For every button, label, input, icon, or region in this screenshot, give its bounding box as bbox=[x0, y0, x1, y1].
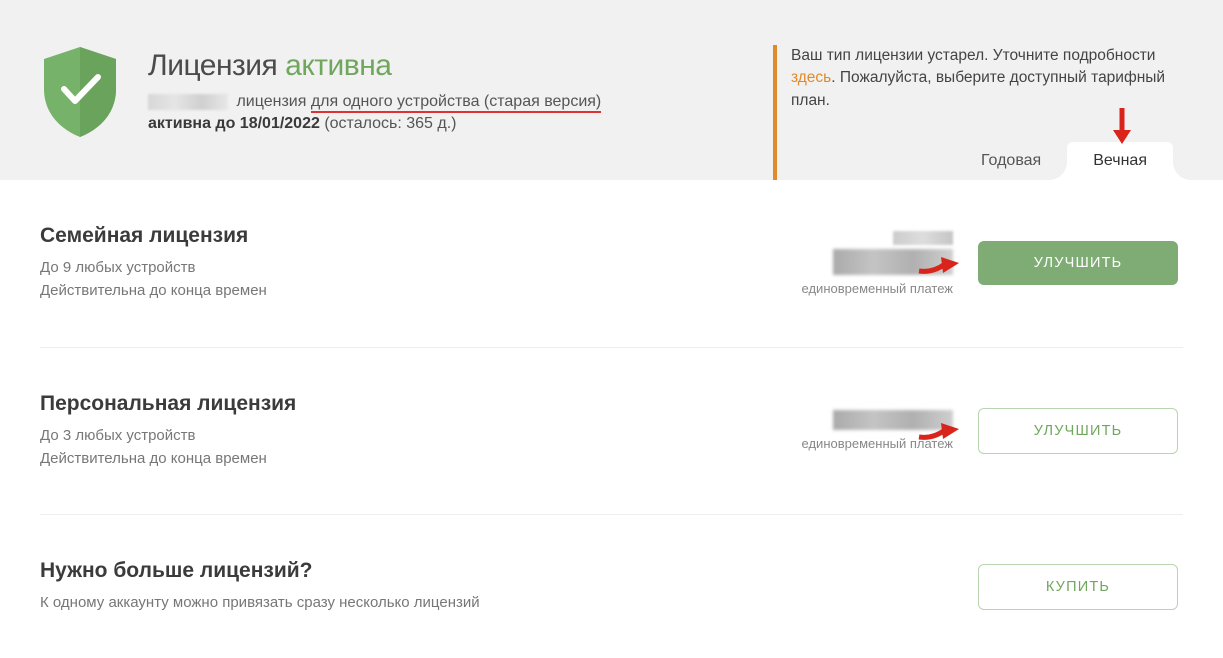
license-type-text: лицензия bbox=[232, 93, 311, 110]
redacted-price bbox=[833, 249, 953, 275]
plan-price: единовременный платеж bbox=[733, 231, 973, 296]
notice-text-1: Ваш тип лицензии устарел. Уточните подро… bbox=[791, 47, 1155, 64]
notice-link[interactable]: здесь bbox=[791, 69, 831, 86]
plan-devices: До 9 любых устройств bbox=[40, 256, 733, 279]
plan-row-family: Семейная лицензия До 9 любых устройств Д… bbox=[40, 180, 1183, 348]
buy-button[interactable]: КУПИТЬ bbox=[978, 564, 1178, 610]
license-title-prefix: Лицензия bbox=[148, 49, 285, 82]
plan-description: К одному аккаунту можно привязать сразу … bbox=[40, 591, 733, 614]
notice-text-2: . Пожалуйста, выберите доступный тарифны… bbox=[791, 69, 1165, 108]
license-expiry-line: активна до 18/01/2022 (осталось: 365 д.) bbox=[148, 115, 755, 133]
license-type-underlined: для одного устройства (старая версия) bbox=[311, 93, 601, 113]
license-header: Лицензия активна лицензия для одного уст… bbox=[0, 0, 1223, 180]
redacted-license-key bbox=[148, 94, 228, 110]
redacted-price bbox=[833, 410, 953, 430]
tab-lifetime[interactable]: Вечная bbox=[1067, 142, 1173, 180]
redacted-old-price bbox=[893, 231, 953, 245]
price-note: единовременный платеж bbox=[733, 436, 953, 451]
plan-info: Персональная лицензия До 3 любых устройс… bbox=[40, 392, 733, 471]
plan-duration: Действительна до конца времен bbox=[40, 279, 733, 302]
plan-title: Нужно больше лицензий? bbox=[40, 559, 733, 583]
plan-devices: До 3 любых устройств bbox=[40, 424, 733, 447]
plan-action: УЛУЧШИТЬ bbox=[973, 241, 1183, 285]
upgrade-button-family[interactable]: УЛУЧШИТЬ bbox=[978, 241, 1178, 285]
license-expiry-date: активна до 18/01/2022 bbox=[148, 115, 320, 132]
license-days-left: (осталось: 365 д.) bbox=[320, 115, 457, 132]
plan-row-more-licenses: Нужно больше лицензий? К одному аккаунту… bbox=[40, 515, 1183, 658]
price-note: единовременный платеж bbox=[733, 281, 953, 296]
plan-price: единовременный платеж bbox=[733, 410, 973, 451]
plan-action: УЛУЧШИТЬ bbox=[973, 408, 1183, 454]
plan-title: Персональная лицензия bbox=[40, 392, 733, 416]
license-type-line: лицензия для одного устройства (старая в… bbox=[148, 93, 601, 111]
plan-action: КУПИТЬ bbox=[973, 564, 1183, 610]
plans-list: Семейная лицензия До 9 любых устройств Д… bbox=[0, 180, 1223, 658]
shield-wrap bbox=[40, 45, 120, 180]
license-info: Лицензия активна лицензия для одного уст… bbox=[148, 45, 755, 180]
plan-info: Нужно больше лицензий? К одному аккаунту… bbox=[40, 559, 733, 614]
plan-duration: Действительна до конца времен bbox=[40, 447, 733, 470]
plan-tabs: Годовая Вечная bbox=[955, 142, 1173, 180]
plan-info: Семейная лицензия До 9 любых устройств Д… bbox=[40, 224, 733, 303]
license-title: Лицензия активна bbox=[148, 49, 755, 83]
shield-check-icon bbox=[40, 45, 120, 139]
license-status: активна bbox=[285, 49, 391, 82]
plan-row-personal: Персональная лицензия До 3 любых устройс… bbox=[40, 348, 1183, 516]
plan-title: Семейная лицензия bbox=[40, 224, 733, 248]
upgrade-button-personal[interactable]: УЛУЧШИТЬ bbox=[978, 408, 1178, 454]
